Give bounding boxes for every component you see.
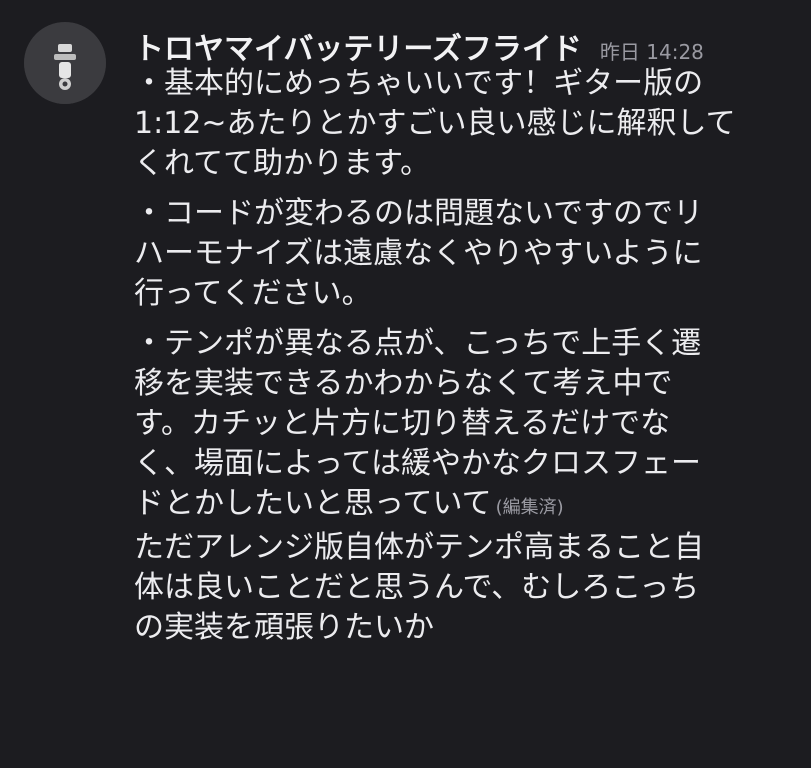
message-line: ただアレンジ版自体がテンポ高まること自	[134, 530, 704, 565]
edited-label: (編集済)	[495, 497, 564, 518]
message-line: の実装を頑張りたいか	[134, 610, 434, 645]
chat-message: トロヤマイバッテリーズフライド 昨日 14:28 ・基本的にめっちゃいいです！ギ…	[0, 0, 811, 768]
message-paragraph: ・基本的にめっちゃいいです！ギター版の 1:12~あたりとかすごい良い感じに解釈…	[134, 64, 774, 184]
message-line: 1:12~あたりとかすごい良い感じに解釈して	[134, 106, 736, 141]
avatar-image	[24, 22, 106, 104]
message-line: ・テンポが異なる点が、こっちで上手く遷	[134, 326, 702, 361]
message-line: 体は良いことだと思うんで、むしろこっち	[134, 570, 700, 605]
message-line: ハーモナイズは遠慮なくやりやすいように	[134, 236, 703, 271]
message-line-text: ドとかしたいと思っていて	[134, 486, 492, 521]
message-line: くれてて助かります。	[134, 146, 431, 181]
message-body: ・基本的にめっちゃいいです！ギター版の 1:12~あたりとかすごい良い感じに解釈…	[134, 64, 774, 658]
message-line: く、場面によっては緩やかなクロスフェー	[134, 446, 701, 481]
user-avatar[interactable]	[24, 22, 106, 104]
message-line: 移を実装できるかわからなくて考え中で	[134, 366, 673, 401]
followup-message: ただアレンジ版自体がテンポ高まること自 体は良いことだと思うんで、むしろこっち …	[134, 528, 774, 648]
message-paragraph: ・コードが変わるのは問題ないですのでリ ハーモナイズは遠慮なくやりやすいように …	[134, 194, 774, 314]
message-paragraph: ・テンポが異なる点が、こっちで上手く遷 移を実装できるかわからなくて考え中で す…	[134, 324, 774, 528]
message-timestamp: 昨日 14:28	[599, 40, 704, 64]
message-header: トロヤマイバッテリーズフライド 昨日 14:28	[134, 24, 704, 68]
message-line: す。カチッと片方に切り替えるだけでな	[134, 406, 671, 441]
message-line: ドとかしたいと思っていて (編集済)	[134, 484, 774, 528]
message-line: ・コードが変わるのは問題ないですのでリ	[134, 196, 704, 231]
author-name[interactable]: トロヤマイバッテリーズフライド	[134, 24, 582, 68]
message-line: ・基本的にめっちゃいいです！ギター版の	[134, 66, 704, 101]
message-line: 行ってください。	[134, 276, 372, 311]
